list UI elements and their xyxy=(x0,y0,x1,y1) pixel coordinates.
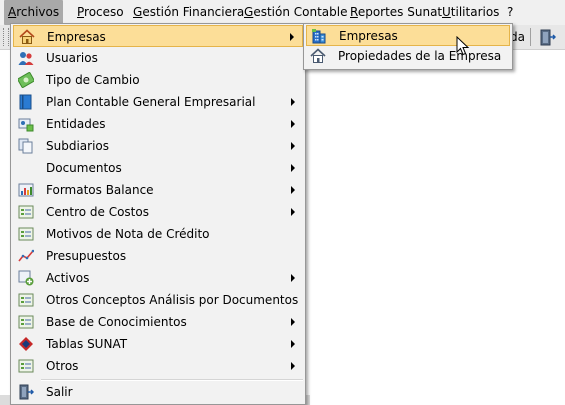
form-icon xyxy=(18,359,34,373)
menu-item-label: Motivos de Nota de Crédito xyxy=(46,227,210,241)
menu-item-subdiarios[interactable]: Subdiarios xyxy=(13,135,303,157)
submenu-item-label: Empresas xyxy=(339,29,398,43)
form-icon xyxy=(18,315,34,329)
submenu-arrow-icon xyxy=(291,120,295,128)
trend-icon xyxy=(18,249,34,262)
menu-item-label: Salir xyxy=(46,385,73,399)
building-icon xyxy=(312,29,326,44)
menu-item-documentos[interactable]: Documentos xyxy=(13,157,303,179)
menu-item-label: Otros xyxy=(46,359,79,373)
submenu-item-empresas[interactable]: Empresas xyxy=(306,25,510,46)
sunat-icon xyxy=(19,337,33,351)
menu-item-entidades[interactable]: Entidades xyxy=(13,113,303,135)
submenu-arrow-icon xyxy=(291,208,295,216)
documents-icon xyxy=(18,138,33,154)
form-icon xyxy=(18,227,34,241)
menu-item-label: Usuarios xyxy=(46,51,98,65)
menu-proceso[interactable]: Proceso xyxy=(73,0,128,25)
menu-utilitarios-label: Utilitarios xyxy=(442,5,500,19)
menu-item-label: Tablas SUNAT xyxy=(46,337,128,351)
menu-proceso-label: Proceso xyxy=(77,5,124,19)
form-icon xyxy=(18,293,34,307)
menu-item-label: Activos xyxy=(46,271,90,285)
exchange-icon xyxy=(18,72,34,88)
menu-item-presupuestos[interactable]: Presupuestos xyxy=(13,245,303,267)
menu-item-activos[interactable]: Activos xyxy=(13,267,303,289)
submenu-item-propiedades-empresa[interactable]: Propiedades de la Empresa xyxy=(306,46,510,67)
menu-item-otros-conceptos[interactable]: Otros Conceptos Análisis por Documentos xyxy=(13,289,303,311)
menu-item-plan-contable[interactable]: Plan Contable General Empresarial xyxy=(13,91,303,113)
users-icon xyxy=(18,52,34,65)
menu-item-label: Empresas xyxy=(47,30,106,44)
menu-item-centro-de-costos[interactable]: Centro de Costos xyxy=(13,201,303,223)
menu-item-otros[interactable]: Otros xyxy=(13,355,303,377)
submenu-arrow-icon xyxy=(291,318,295,326)
menu-gestion-contable-label: Gestión Contable xyxy=(244,5,348,19)
menu-help-label: ? xyxy=(507,5,514,19)
exit-door-icon[interactable] xyxy=(538,29,556,46)
submenu-arrow-icon xyxy=(291,340,295,348)
menu-item-tablas-sunat[interactable]: Tablas SUNAT xyxy=(13,333,303,355)
menu-archivos-label: Archivos xyxy=(8,5,60,19)
menu-item-base-conocimientos[interactable]: Base de Conocimientos xyxy=(13,311,303,333)
menu-item-usuarios[interactable]: Usuarios xyxy=(13,47,303,69)
menu-item-label: Entidades xyxy=(46,117,106,131)
menu-item-motivos-nota-credito[interactable]: Motivos de Nota de Crédito xyxy=(13,223,303,245)
menu-item-label: Formatos Balance xyxy=(46,183,154,197)
submenu-item-label: Propiedades de la Empresa xyxy=(338,49,502,63)
menu-archivos[interactable]: Archivos xyxy=(4,0,64,25)
balance-chart-icon xyxy=(18,183,34,197)
form-icon xyxy=(18,205,34,219)
book-icon xyxy=(19,94,32,110)
menu-reportes-sunat[interactable]: Reportes Sunat xyxy=(346,0,446,25)
menu-help[interactable]: ? xyxy=(503,0,517,25)
exit-door-icon xyxy=(19,384,34,400)
entities-icon xyxy=(18,118,34,132)
toolbar-separator xyxy=(530,28,531,46)
submenu-arrow-icon xyxy=(291,274,295,282)
empresas-submenu: Empresas Propiedades de la Empresa xyxy=(303,23,513,70)
menu-item-formatos-balance[interactable]: Formatos Balance xyxy=(13,179,303,201)
mouse-cursor-icon xyxy=(456,36,470,56)
menu-item-label: Base de Conocimientos xyxy=(46,315,187,329)
menu-item-tipo-de-cambio[interactable]: Tipo de Cambio xyxy=(13,69,303,91)
menu-item-label: Tipo de Cambio xyxy=(46,73,140,87)
menu-item-salir[interactable]: Salir xyxy=(13,381,303,403)
menu-item-label: Presupuestos xyxy=(46,249,127,263)
menu-gestion-financiera-label: Gestión Financiera xyxy=(133,5,245,19)
archivos-dropdown-menu: Empresas Usuarios Tipo de Cambio Plan Co… xyxy=(10,23,306,405)
menu-item-label: Centro de Costos xyxy=(46,205,149,219)
menu-item-label: Subdiarios xyxy=(46,139,110,153)
submenu-arrow-icon xyxy=(291,362,295,370)
menu-item-label: Plan Contable General Empresarial xyxy=(46,95,256,109)
submenu-arrow-icon xyxy=(291,164,295,172)
submenu-arrow-icon xyxy=(291,186,295,194)
add-form-icon xyxy=(18,270,34,286)
submenu-arrow-icon xyxy=(290,33,294,41)
menu-gestion-contable[interactable]: Gestión Contable xyxy=(240,0,351,25)
menu-gestion-financiera[interactable]: Gestión Financiera xyxy=(129,0,248,25)
submenu-arrow-icon xyxy=(291,98,295,106)
house-icon xyxy=(19,29,35,44)
menu-item-label: Otros Conceptos Análisis por Documentos xyxy=(46,293,299,307)
toolbar-grip[interactable] xyxy=(3,28,9,46)
menu-utilitarios[interactable]: Utilitarios xyxy=(438,0,503,25)
menu-item-empresas[interactable]: Empresas xyxy=(13,25,303,47)
submenu-arrow-icon xyxy=(291,142,295,150)
menu-item-label: Documentos xyxy=(46,161,122,175)
house-icon xyxy=(310,48,326,63)
menu-reportes-sunat-label: Reportes Sunat xyxy=(350,5,443,19)
